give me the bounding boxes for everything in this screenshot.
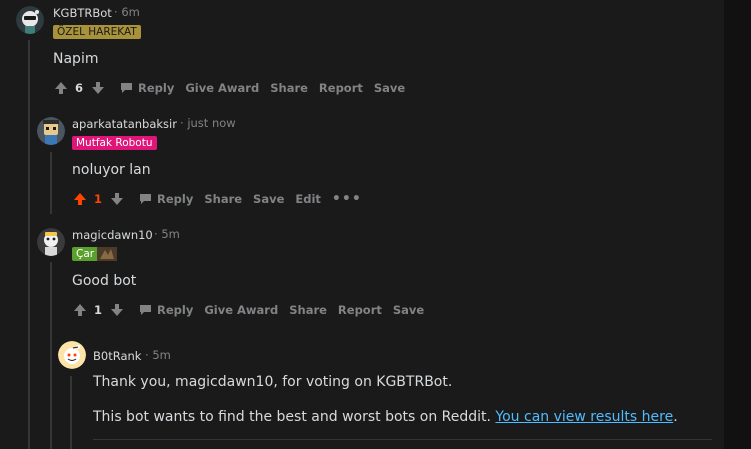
share-button[interactable]: Share — [289, 303, 327, 317]
thread-line-3[interactable] — [50, 262, 52, 449]
thread-line-1[interactable] — [28, 40, 30, 449]
vote-count: 6 — [75, 81, 84, 95]
scrollbar-track[interactable] — [724, 0, 751, 449]
divider — [93, 439, 712, 440]
downvote-icon[interactable] — [109, 191, 125, 207]
give-award-button[interactable]: Give Award — [185, 81, 259, 95]
share-button[interactable]: Share — [270, 81, 308, 95]
user-flair: Çar — [72, 247, 118, 261]
downvote-icon[interactable] — [90, 80, 106, 96]
save-button[interactable]: Save — [374, 81, 405, 95]
body-text-prefix: This bot wants to find the best and wors… — [93, 409, 496, 425]
upvote-icon[interactable] — [72, 191, 88, 207]
comment-body: Good bot — [72, 273, 137, 289]
comment-actions: 1 Reply Share Save Edit ••• — [72, 189, 373, 209]
flair-emoji-icon — [97, 247, 118, 261]
avatar[interactable] — [16, 6, 44, 34]
reply-label: Reply — [157, 303, 194, 317]
upvote-icon[interactable] — [72, 302, 88, 318]
comment-actions: 1 Reply Give Award Share Report Save — [72, 300, 435, 320]
comment-reply-icon — [139, 193, 152, 205]
reply-button[interactable]: Reply — [120, 81, 174, 95]
timestamp-value: just now — [187, 116, 236, 130]
comment-actions: 6 Reply Give Award Share Report Save — [53, 78, 416, 98]
reply-label: Reply — [138, 81, 175, 95]
vote-count: 1 — [94, 192, 103, 206]
comment-thread-panel: KGBTRBot · 6m ÖZEL HAREKAT Napim 6 Reply… — [0, 0, 724, 449]
comment-author[interactable]: KGBTRBot — [53, 6, 112, 20]
comment-body-line-2: This bot wants to find the best and wors… — [93, 409, 678, 425]
comment-reply-icon — [139, 304, 152, 316]
flair-label: Çar — [76, 248, 95, 260]
comment-reply-icon — [120, 82, 133, 94]
reply-button[interactable]: Reply — [139, 303, 193, 317]
timestamp-value: 5m — [152, 348, 171, 362]
avatar[interactable] — [37, 228, 65, 256]
save-button[interactable]: Save — [253, 192, 284, 206]
give-award-button[interactable]: Give Award — [204, 303, 278, 317]
comment-author[interactable]: aparkatatanbaksir — [72, 117, 177, 131]
more-options-icon[interactable]: ••• — [332, 191, 362, 207]
comment-author[interactable]: B0tRank — [93, 349, 141, 363]
comment-body: noluyor lan — [72, 162, 151, 178]
avatar[interactable] — [37, 117, 65, 145]
edit-button[interactable]: Edit — [295, 192, 321, 206]
body-text-suffix: . — [673, 409, 678, 425]
save-button[interactable]: Save — [393, 303, 424, 317]
upvote-icon[interactable] — [53, 80, 69, 96]
report-button[interactable]: Report — [319, 81, 363, 95]
comment-timestamp[interactable]: · just now — [180, 116, 236, 130]
thread-line-4[interactable] — [70, 376, 72, 449]
avatar[interactable] — [58, 341, 86, 369]
thread-line-2[interactable] — [50, 152, 52, 214]
report-button[interactable]: Report — [338, 303, 382, 317]
timestamp-value: 6m — [121, 5, 140, 19]
downvote-icon[interactable] — [109, 302, 125, 318]
comment-timestamp[interactable]: · 5m — [145, 348, 171, 362]
reply-label: Reply — [157, 192, 194, 206]
comment-timestamp[interactable]: · 5m — [154, 227, 180, 241]
comment-timestamp[interactable]: · 6m — [114, 5, 140, 19]
comment-body: Napim — [53, 51, 99, 67]
comment-author[interactable]: magicdawn10 — [72, 228, 153, 242]
vote-count: 1 — [94, 303, 103, 317]
results-link[interactable]: You can view results here — [495, 409, 673, 425]
comment-body-line-1: Thank you, magicdawn10, for voting on KG… — [93, 374, 453, 390]
user-flair: Mutfak Robotu — [72, 136, 157, 150]
share-button[interactable]: Share — [204, 192, 242, 206]
reply-button[interactable]: Reply — [139, 192, 193, 206]
timestamp-value: 5m — [161, 227, 180, 241]
user-flair: ÖZEL HAREKAT — [53, 25, 141, 39]
